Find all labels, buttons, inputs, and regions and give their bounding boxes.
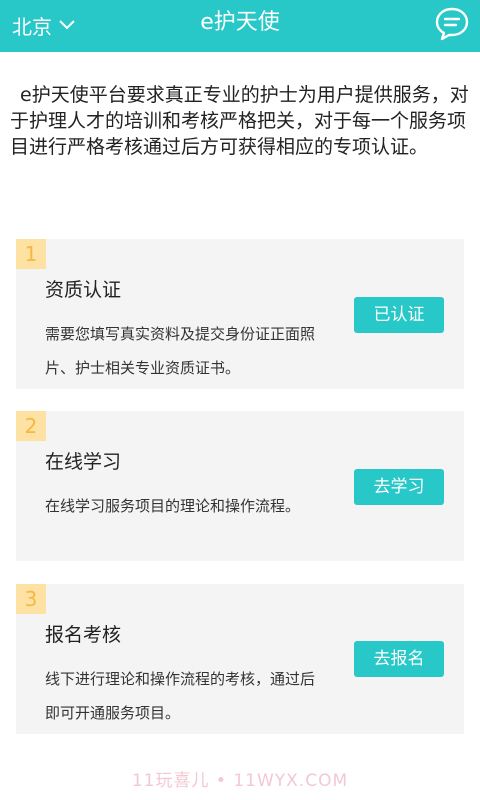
step-title: 报名考核 xyxy=(45,624,122,646)
app-header: 北京 e护天使 xyxy=(0,0,480,52)
intro-text: e护天使平台要求真正专业的护士为用户提供服务，对于护理人才的培训和考核严格把关，… xyxy=(10,84,469,158)
step-number: 2 xyxy=(16,411,46,441)
step-card-exam-registration: 3 报名考核 线下进行理论和操作流程的考核，通过后即可开通服务项目。 去报名 xyxy=(16,584,464,734)
step-title: 在线学习 xyxy=(45,451,122,473)
step-description: 需要您填写真实资料及提交身份证正面照片、护士相关专业资质证书。 xyxy=(45,325,316,377)
chat-bubble-icon[interactable] xyxy=(434,6,470,42)
watermark: 11玩喜儿 • 11WYX.COM xyxy=(131,771,349,791)
go-study-button[interactable]: 去学习 xyxy=(354,469,444,505)
city-label: 北京 xyxy=(12,14,52,39)
step-number: 3 xyxy=(16,584,46,614)
register-button[interactable]: 去报名 xyxy=(354,641,444,677)
step-number: 1 xyxy=(16,239,46,269)
city-selector[interactable]: 北京 xyxy=(12,10,76,40)
page-title: e护天使 xyxy=(200,10,280,35)
certified-button[interactable]: 已认证 xyxy=(354,297,444,333)
chevron-down-icon xyxy=(59,20,75,30)
step-description: 线下进行理论和操作流程的考核，通过后即可开通服务项目。 xyxy=(45,670,316,722)
step-card-certification: 1 资质认证 需要您填写真实资料及提交身份证正面照片、护士相关专业资质证书。 已… xyxy=(16,239,464,389)
step-title: 资质认证 xyxy=(45,279,122,301)
step-card-online-learning: 2 在线学习 在线学习服务项目的理论和操作流程。 去学习 xyxy=(16,411,464,561)
step-description: 在线学习服务项目的理论和操作流程。 xyxy=(45,497,301,515)
